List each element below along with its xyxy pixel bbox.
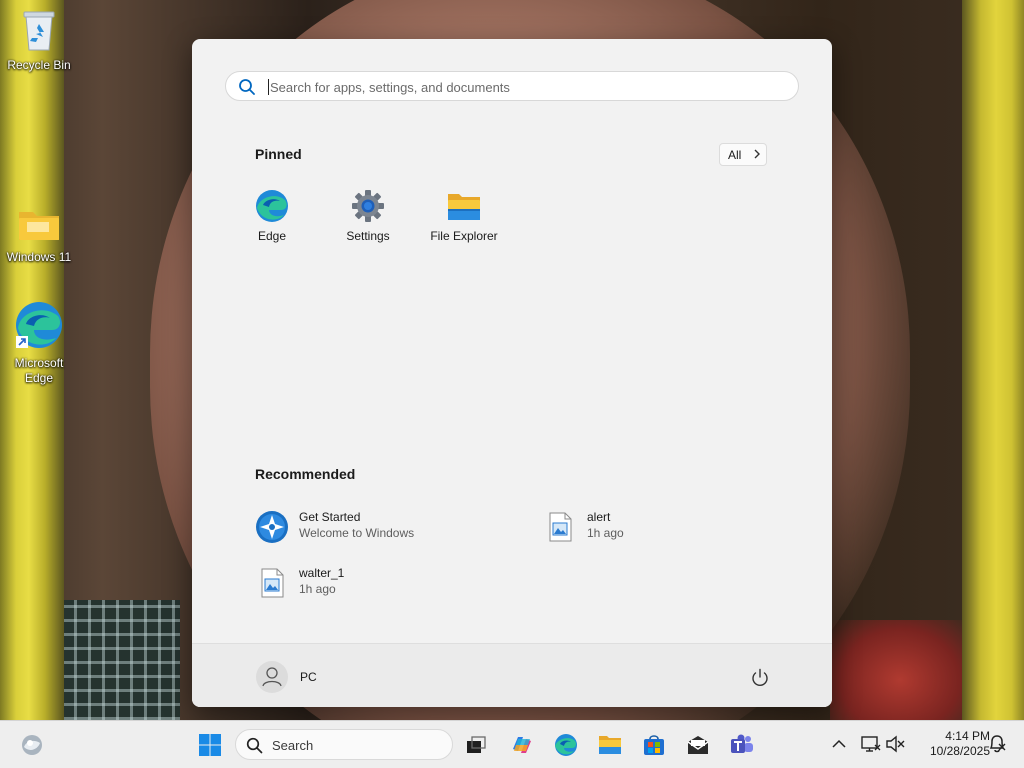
all-apps-label: All [728, 148, 742, 162]
clock-time: 4:14 PM [945, 729, 990, 743]
pinned-app-file-explorer[interactable]: File Explorer [419, 189, 509, 243]
desktop-icon-windows-11-folder[interactable]: Windows 11 [1, 204, 77, 265]
chevron-up-icon [828, 739, 850, 759]
recommended-item-subtitle: 1h ago [299, 582, 336, 596]
copilot-button[interactable] [504, 727, 540, 763]
desktop-icon-label: Microsoft Edge [14, 356, 64, 385]
wallpaper-yellow-border-right [962, 0, 1024, 720]
desktop-icon-microsoft-edge[interactable]: Microsoft Edge [1, 300, 77, 386]
taskbar: Search 4:14 PM 10/28/2025 [0, 720, 1024, 768]
recommended-item-title: walter_1 [299, 566, 345, 580]
start-menu: Pinned All Edge [192, 39, 832, 707]
clock-date: 10/28/2025 [929, 744, 990, 758]
recommended-item-title: Get Started [299, 510, 361, 524]
system-clock[interactable]: 4:14 PM 10/28/2025 [912, 729, 990, 759]
task-view-button[interactable] [458, 727, 494, 763]
settings-gear-icon [351, 189, 385, 223]
pinned-app-settings[interactable]: Settings [323, 189, 413, 243]
taskbar-search-label: Search [272, 738, 314, 753]
get-started-icon [255, 510, 289, 544]
wallpaper-red-shirt [830, 620, 970, 720]
pinned-app-label: Settings [346, 229, 390, 243]
start-search-box[interactable] [225, 71, 799, 101]
show-hidden-icons-button[interactable] [828, 733, 850, 755]
user-account-button[interactable]: PC [256, 661, 336, 693]
desktop-icon-recycle-bin[interactable]: Recycle Bin [1, 8, 77, 73]
widgets-button[interactable] [14, 727, 50, 763]
network-icon [860, 736, 882, 759]
recommended-item-get-started[interactable]: Get Started Welcome to Windows [255, 507, 495, 547]
pinned-app-edge[interactable]: Edge [227, 189, 317, 243]
recommended-item-alert[interactable]: alert 1h ago [543, 507, 743, 547]
recommended-item-subtitle: Welcome to Windows [299, 526, 415, 540]
pinned-app-label: File Explorer [430, 229, 498, 243]
start-search-input[interactable] [268, 75, 782, 99]
taskbar-file-explorer-button[interactable] [592, 727, 628, 763]
all-apps-button[interactable]: All [719, 143, 767, 166]
avatar [256, 661, 288, 693]
start-button[interactable] [192, 727, 228, 763]
microsoft-store-button[interactable] [636, 727, 672, 763]
desktop-icon-label: Windows 11 [6, 250, 72, 264]
search-icon [238, 78, 256, 101]
start-menu-footer: PC [192, 643, 832, 707]
recommended-item-title: alert [587, 510, 611, 524]
taskbar-search[interactable]: Search [235, 729, 453, 760]
text-cursor [268, 79, 269, 95]
notification-icon [986, 735, 1008, 759]
edge-icon [1, 300, 77, 354]
network-button[interactable] [860, 733, 882, 755]
edge-icon [255, 189, 289, 223]
volume-muted-icon [884, 735, 906, 759]
pinned-app-label: Edge [257, 229, 287, 243]
recommended-item-subtitle: 1h ago [587, 526, 624, 540]
teams-button[interactable] [724, 727, 760, 763]
recommended-heading: Recommended [255, 466, 356, 482]
user-name: PC [300, 670, 317, 684]
image-file-icon [543, 510, 577, 544]
mail-button[interactable] [680, 727, 716, 763]
taskbar-edge-button[interactable] [548, 727, 584, 763]
chevron-right-icon [753, 148, 761, 163]
desktop-icon-label: Recycle Bin [7, 58, 71, 72]
pinned-heading: Pinned [255, 146, 302, 162]
recommended-item-walter-1[interactable]: walter_1 1h ago [255, 563, 455, 603]
notification-center-button[interactable] [986, 733, 1008, 755]
wallpaper-plaid-shirt [60, 600, 180, 720]
power-button[interactable] [748, 666, 772, 690]
power-icon [748, 668, 772, 694]
recycle-bin-icon [1, 8, 77, 56]
folder-icon [1, 204, 77, 248]
image-file-icon [255, 566, 289, 600]
volume-button[interactable] [884, 733, 906, 755]
file-explorer-icon [447, 189, 481, 223]
